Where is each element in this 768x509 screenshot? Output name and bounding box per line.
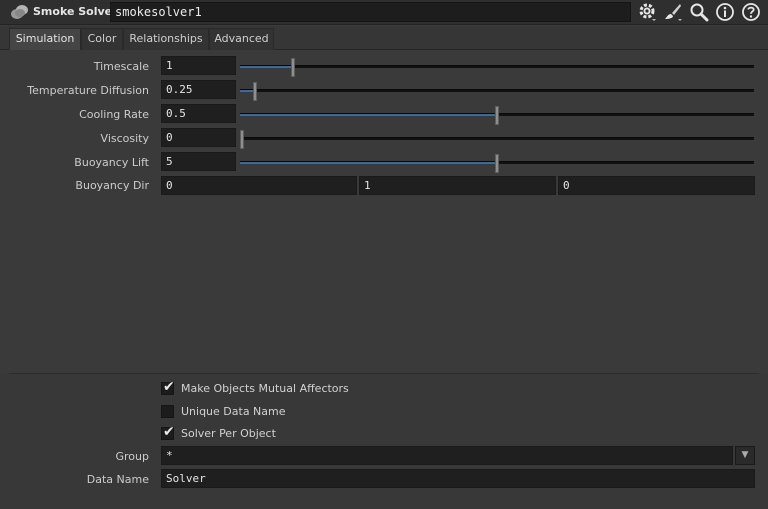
- buoyancy-lift-slider-handle[interactable]: [495, 154, 499, 173]
- cooling-rate-slider-handle[interactable]: [495, 106, 499, 125]
- tab-relationships[interactable]: Relationships: [123, 28, 209, 50]
- help-icon[interactable]: [741, 2, 761, 22]
- timescale-field[interactable]: 1: [161, 56, 236, 75]
- temperature-diffusion-field[interactable]: 0.25: [161, 80, 236, 99]
- buoyancy-lift-label: Buoyancy Lift: [74, 156, 149, 169]
- smoke-node-icon: [11, 5, 28, 19]
- buoyancy-dir-z-field[interactable]: 0: [558, 176, 755, 195]
- buoyancy-lift-field[interactable]: 5: [161, 152, 236, 171]
- mutual-affectors-checkbox[interactable]: ✔: [161, 379, 175, 395]
- cooling-rate-label: Cooling Rate: [79, 108, 149, 121]
- search-icon[interactable]: [689, 2, 709, 22]
- temperature-diffusion-slider-handle[interactable]: [253, 82, 257, 101]
- viscosity-label: Viscosity: [100, 132, 149, 145]
- timescale-slider[interactable]: [240, 58, 754, 77]
- buoyancy-dir-label: Buoyancy Dir: [75, 179, 149, 192]
- data-name-label: Data Name: [86, 473, 149, 486]
- tab-color[interactable]: Color: [81, 28, 123, 50]
- check-mark-icon: ✔: [163, 379, 175, 395]
- tab-bar: Simulation Color Relationships Advanced: [0, 26, 768, 50]
- buoyancy-dir-y-field[interactable]: 1: [359, 176, 556, 195]
- chevron-down-icon: ▼: [741, 450, 749, 460]
- cooling-rate-slider[interactable]: [240, 106, 754, 125]
- parameter-panel: Timescale 1 Temperature Diffusion 0.25 C…: [0, 51, 768, 509]
- viscosity-slider-handle[interactable]: [240, 130, 244, 149]
- unique-data-name-checkbox[interactable]: ✔: [161, 405, 174, 418]
- node-header: Smoke Solver smokesolver1: [0, 0, 768, 25]
- viscosity-slider[interactable]: [240, 130, 754, 149]
- data-name-field[interactable]: Solver: [161, 469, 755, 488]
- timescale-slider-fill: [240, 66, 291, 68]
- tab-advanced[interactable]: Advanced: [209, 28, 274, 50]
- temperature-diffusion-slider-fill: [240, 90, 253, 92]
- solver-per-object-label: Solver Per Object: [181, 427, 276, 440]
- check-mark-icon: ✔: [163, 424, 175, 440]
- temperature-diffusion-label: Temperature Diffusion: [27, 84, 149, 97]
- node-type-label: Smoke Solver: [33, 5, 118, 18]
- tab-simulation[interactable]: Simulation: [9, 28, 81, 50]
- group-label: Group: [115, 450, 150, 463]
- temperature-diffusion-slider[interactable]: [240, 82, 754, 101]
- group-dropdown-button[interactable]: ▼: [735, 446, 755, 465]
- buoyancy-lift-slider[interactable]: [240, 154, 754, 173]
- unique-data-name-label: Unique Data Name: [181, 405, 286, 418]
- group-field[interactable]: *: [161, 446, 733, 465]
- mutual-affectors-label: Make Objects Mutual Affectors: [181, 382, 349, 395]
- cooling-rate-slider-fill: [240, 114, 495, 116]
- info-icon[interactable]: [715, 2, 735, 22]
- buoyancy-lift-slider-fill: [240, 162, 495, 164]
- gear-icon[interactable]: [637, 2, 657, 22]
- cooling-rate-field[interactable]: 0.5: [161, 104, 236, 123]
- solver-per-object-checkbox[interactable]: ✔: [161, 424, 175, 440]
- node-name-field[interactable]: smokesolver1: [110, 2, 631, 22]
- brush-icon[interactable]: [663, 2, 683, 22]
- viscosity-field[interactable]: 0: [161, 128, 236, 147]
- buoyancy-dir-x-field[interactable]: 0: [161, 176, 357, 195]
- timescale-slider-handle[interactable]: [291, 58, 295, 77]
- lower-section: ✔ Make Objects Mutual Affectors ✔ Unique…: [0, 374, 768, 509]
- timescale-label: Timescale: [93, 60, 149, 73]
